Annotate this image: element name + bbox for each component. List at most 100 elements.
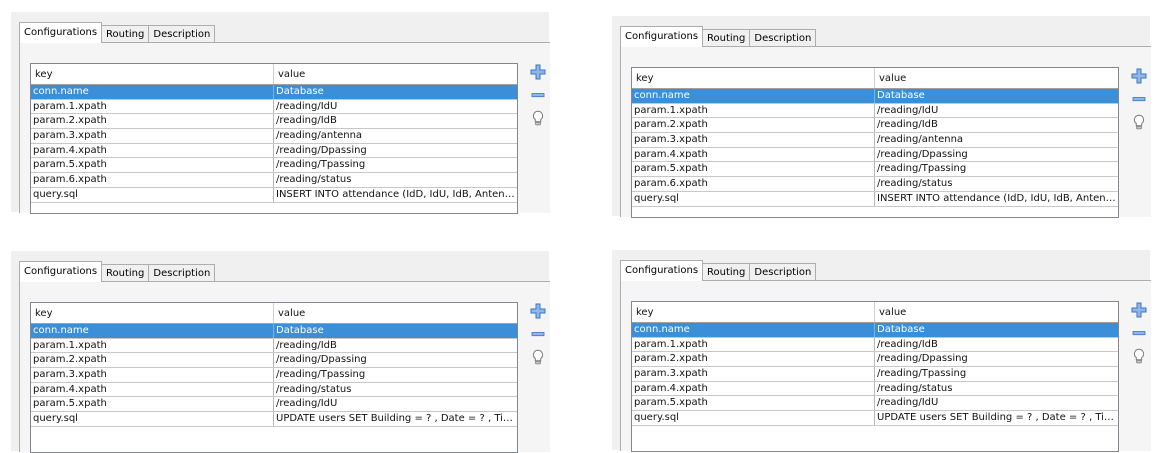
key-cell[interactable]: param.3.xpath xyxy=(31,129,274,143)
table-row[interactable]: param.6.xpath/reading/status xyxy=(632,177,1118,192)
value-cell[interactable]: /reading/status xyxy=(274,173,517,187)
key-cell[interactable]: param.2.xpath xyxy=(31,353,274,368)
table-row[interactable]: param.6.xpath/reading/status xyxy=(31,173,517,188)
key-cell[interactable]: param.1.xpath xyxy=(31,99,274,114)
value-cell[interactable]: /reading/Tpassing xyxy=(875,162,1118,176)
table-row[interactable]: param.2.xpath/reading/IdB xyxy=(632,118,1118,134)
table-row[interactable]: param.4.xpath/reading/status xyxy=(632,381,1118,397)
tab-routing[interactable]: Routing xyxy=(101,264,150,282)
table-row[interactable]: conn.name Database xyxy=(632,89,1118,104)
key-cell[interactable]: param.1.xpath xyxy=(632,337,875,352)
table-row[interactable]: param.2.xpath/reading/IdB xyxy=(31,114,517,130)
tab-description[interactable]: Description xyxy=(148,264,216,282)
table-row[interactable]: param.5.xpath/reading/Tpassing xyxy=(31,158,517,174)
table-row[interactable]: param.3.xpath/reading/antenna xyxy=(31,129,517,144)
key-cell[interactable]: query.sql xyxy=(632,191,875,206)
value-cell[interactable]: /reading/Tpassing xyxy=(274,368,517,382)
table-row[interactable]: param.1.xpath/reading/IdB xyxy=(632,337,1118,353)
properties-table[interactable]: key value conn.name Database param.1.xpath… xyxy=(30,63,518,214)
table-row[interactable]: param.5.xpath/reading/IdU xyxy=(632,396,1118,412)
tab-routing[interactable]: Routing xyxy=(101,25,150,43)
table-row[interactable]: param.3.xpath/reading/Tpassing xyxy=(632,367,1118,382)
minus-icon[interactable] xyxy=(1130,324,1148,342)
value-cell[interactable]: /reading/Dpassing xyxy=(274,144,517,158)
properties-table[interactable]: key value conn.name Database param.1.xpath… xyxy=(631,301,1119,452)
value-cell[interactable]: Database xyxy=(875,323,1118,337)
minus-icon[interactable] xyxy=(529,325,547,343)
value-cell[interactable]: /reading/IdB xyxy=(875,338,1118,352)
plus-icon[interactable] xyxy=(529,302,547,320)
value-cell[interactable]: /reading/Dpassing xyxy=(875,352,1118,366)
minus-icon[interactable] xyxy=(529,86,547,104)
key-column-header[interactable]: key xyxy=(632,68,875,88)
table-row[interactable]: param.3.xpath/reading/Tpassing xyxy=(31,368,517,383)
plus-icon[interactable] xyxy=(1130,301,1148,319)
table-row[interactable]: param.4.xpath/reading/Dpassing xyxy=(632,147,1118,163)
key-column-header[interactable]: key xyxy=(31,64,274,84)
tab-routing[interactable]: Routing xyxy=(702,263,751,281)
key-cell[interactable]: param.5.xpath xyxy=(31,158,274,173)
table-row[interactable]: query.sql UPDATE users SET Building = ? ,… xyxy=(31,412,517,427)
key-cell[interactable]: conn.name xyxy=(632,323,875,337)
key-cell[interactable]: param.6.xpath xyxy=(632,177,875,191)
value-cell[interactable]: /reading/IdB xyxy=(274,339,517,353)
table-row[interactable]: query.sql UPDATE users SET Building = ? ,… xyxy=(632,411,1118,426)
value-cell[interactable]: INSERT INTO attendance (IdD, IdU, IdB, A… xyxy=(875,192,1118,206)
table-row[interactable]: param.1.xpath/reading/IdU xyxy=(31,99,517,115)
tab-description[interactable]: Description xyxy=(148,25,216,43)
properties-table[interactable]: key value conn.name Database param.1.xpath… xyxy=(30,302,518,453)
key-cell[interactable]: param.6.xpath xyxy=(31,173,274,187)
key-column-header[interactable]: key xyxy=(632,302,875,322)
tab-configurations[interactable]: Configurations xyxy=(19,261,103,282)
key-cell[interactable]: param.4.xpath xyxy=(31,382,274,397)
lightbulb-icon[interactable] xyxy=(1130,113,1148,131)
key-cell[interactable]: conn.name xyxy=(632,89,875,103)
value-cell[interactable]: /reading/status xyxy=(274,383,517,397)
table-row[interactable]: conn.name Database xyxy=(31,85,517,100)
key-column-header[interactable]: key xyxy=(31,303,274,323)
value-cell[interactable]: /reading/IdB xyxy=(875,118,1118,132)
value-cell[interactable]: /reading/Dpassing xyxy=(875,148,1118,162)
tab-description[interactable]: Description xyxy=(749,263,817,281)
table-row[interactable]: param.1.xpath/reading/IdB xyxy=(31,338,517,354)
key-cell[interactable]: param.5.xpath xyxy=(632,162,875,177)
value-cell[interactable]: /reading/Tpassing xyxy=(875,367,1118,381)
key-cell[interactable]: param.2.xpath xyxy=(31,114,274,129)
table-row[interactable]: query.sql INSERT INTO attendance (IdD, Id… xyxy=(31,187,517,203)
value-cell[interactable]: /reading/IdB xyxy=(274,114,517,128)
value-cell[interactable]: Database xyxy=(875,89,1118,103)
value-cell[interactable]: /reading/antenna xyxy=(274,129,517,143)
value-cell[interactable]: /reading/status xyxy=(875,382,1118,396)
value-column-header[interactable]: value xyxy=(274,64,517,84)
table-row[interactable]: param.1.xpath/reading/IdU xyxy=(632,103,1118,119)
key-cell[interactable]: conn.name xyxy=(31,324,274,338)
key-cell[interactable]: param.3.xpath xyxy=(31,368,274,382)
table-row[interactable]: param.5.xpath/reading/IdU xyxy=(31,397,517,413)
tab-description[interactable]: Description xyxy=(749,29,817,47)
key-cell[interactable]: query.sql xyxy=(31,187,274,202)
value-cell[interactable]: /reading/status xyxy=(875,177,1118,191)
value-cell[interactable]: /reading/IdU xyxy=(274,397,517,411)
key-cell[interactable]: param.3.xpath xyxy=(632,367,875,381)
plus-icon[interactable] xyxy=(1130,67,1148,85)
value-cell[interactable]: /reading/IdU xyxy=(274,100,517,114)
plus-icon[interactable] xyxy=(529,63,547,81)
key-cell[interactable]: conn.name xyxy=(31,85,274,99)
value-cell[interactable]: /reading/IdU xyxy=(875,104,1118,118)
table-row[interactable]: param.4.xpath/reading/status xyxy=(31,382,517,398)
minus-icon[interactable] xyxy=(1130,90,1148,108)
key-cell[interactable]: param.4.xpath xyxy=(632,147,875,162)
value-cell[interactable]: UPDATE users SET Building = ? , Date = ?… xyxy=(875,411,1118,425)
lightbulb-icon[interactable] xyxy=(529,109,547,127)
value-cell[interactable]: UPDATE users SET Building = ? , Date = ?… xyxy=(274,412,517,426)
key-cell[interactable]: param.4.xpath xyxy=(31,143,274,158)
table-row[interactable]: param.2.xpath/reading/Dpassing xyxy=(632,352,1118,368)
table-row[interactable]: conn.name Database xyxy=(31,324,517,339)
value-cell[interactable]: Database xyxy=(274,85,517,99)
table-row[interactable]: param.2.xpath/reading/Dpassing xyxy=(31,353,517,369)
key-cell[interactable]: param.4.xpath xyxy=(632,381,875,396)
key-cell[interactable]: param.5.xpath xyxy=(31,397,274,412)
properties-table[interactable]: key value conn.name Database param.1.xpath… xyxy=(631,67,1119,218)
value-cell[interactable]: /reading/Tpassing xyxy=(274,158,517,172)
value-cell[interactable]: /reading/IdU xyxy=(875,396,1118,410)
